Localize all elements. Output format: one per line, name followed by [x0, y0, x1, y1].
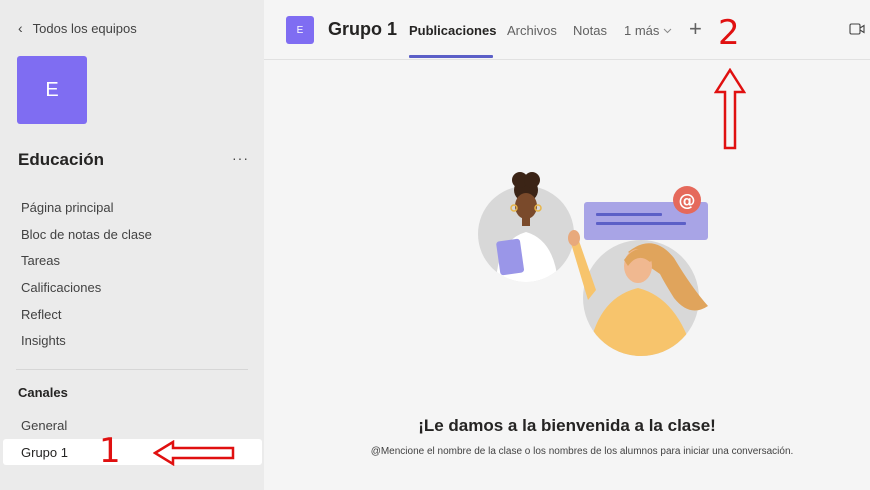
chevron-down-icon — [664, 28, 672, 33]
active-tab-indicator — [409, 55, 493, 58]
back-to-all-teams-link[interactable]: ‹ Todos los equipos — [18, 20, 137, 36]
channel-avatar: E — [286, 16, 314, 44]
nav-item-class-notebook[interactable]: Bloc de notas de clase — [21, 225, 152, 252]
welcome-illustration: @ — [478, 172, 708, 356]
svg-text:@: @ — [679, 191, 696, 211]
sidebar: ‹ Todos los equipos E Educación ··· Pági… — [0, 0, 264, 490]
sidebar-divider — [16, 369, 248, 370]
annotation-arrow-up-icon — [714, 68, 746, 150]
channels-header: Canales — [18, 385, 68, 400]
channel-title: Grupo 1 — [328, 19, 398, 39]
tab-publicaciones[interactable]: Publicaciones — [409, 23, 496, 38]
tab-notas[interactable]: Notas — [573, 23, 607, 38]
nav-item-insights[interactable]: Insights — [21, 331, 152, 358]
team-name: Educación — [18, 150, 104, 169]
tab-more-label: 1 más — [624, 23, 660, 38]
team-avatar: E — [17, 56, 87, 124]
welcome-title: ¡Le damos a la bienvenida a la clase! — [418, 416, 716, 435]
tab-archivos[interactable]: Archivos — [507, 23, 557, 38]
team-nav-list: Página principal Bloc de notas de clase … — [21, 198, 152, 358]
video-camera-icon[interactable] — [849, 22, 865, 36]
channel-header: E Grupo 1 Publicaciones Archivos Notas 1… — [264, 0, 870, 60]
channel-avatar-initial: E — [296, 24, 304, 36]
welcome-subtitle: @Mencione el nombre de la clase o los no… — [370, 446, 794, 457]
nav-item-assignments[interactable]: Tareas — [21, 251, 152, 278]
annotation-number-2: 2 — [718, 13, 740, 53]
annotation-arrow-left-icon — [153, 440, 235, 466]
nav-item-grades[interactable]: Calificaciones — [21, 278, 152, 305]
more-options-icon[interactable]: ··· — [232, 150, 249, 166]
back-link-label: Todos los equipos — [32, 20, 137, 36]
tab-more[interactable]: 1 más — [624, 23, 672, 38]
annotation-number-1: 1 — [99, 431, 121, 471]
channel-item-label: Grupo 1 — [21, 445, 68, 460]
team-avatar-initial: E — [45, 78, 59, 101]
nav-item-reflect[interactable]: Reflect — [21, 305, 152, 332]
nav-item-home[interactable]: Página principal — [21, 198, 152, 225]
add-tab-button[interactable]: + — [689, 16, 702, 42]
channel-item-general[interactable]: General — [21, 418, 67, 433]
chevron-left-icon: ‹ — [18, 20, 23, 36]
